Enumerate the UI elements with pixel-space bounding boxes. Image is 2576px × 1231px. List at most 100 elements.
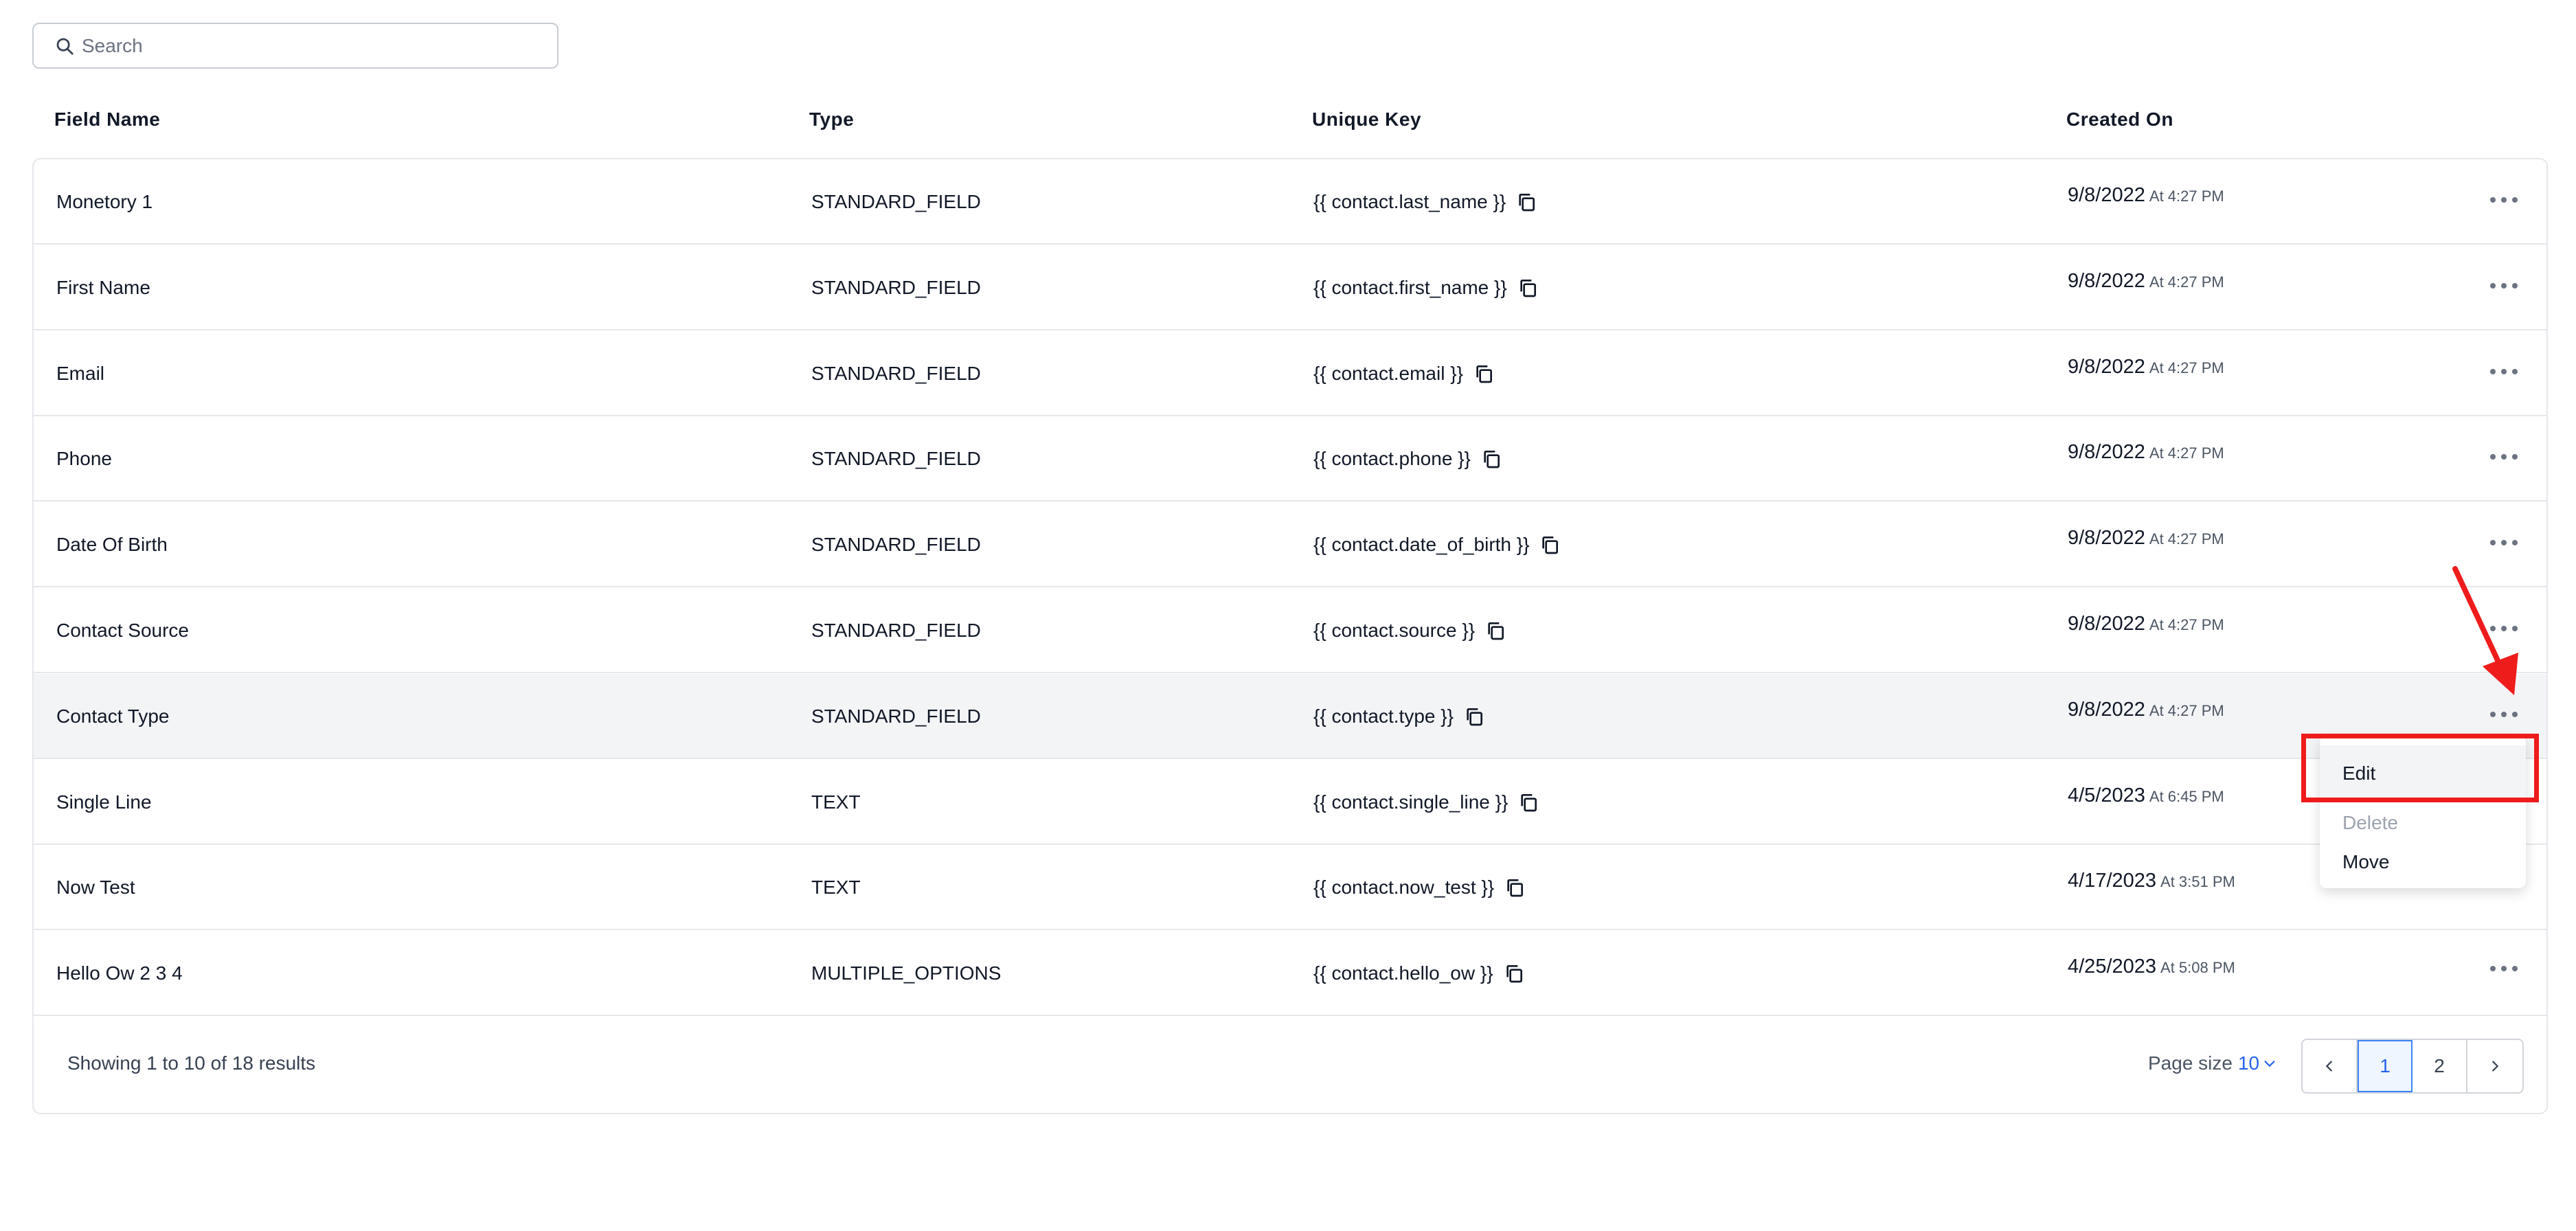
copy-icon[interactable] bbox=[1480, 448, 1502, 470]
created-time: At 4:27 PM bbox=[2149, 701, 2224, 719]
more-actions-button[interactable] bbox=[2489, 275, 2519, 296]
copy-icon[interactable] bbox=[1539, 534, 1561, 556]
unique-key-text: {{ contact.phone }} bbox=[1313, 448, 1471, 470]
results-to: 10 bbox=[183, 1052, 205, 1074]
next-page-button[interactable] bbox=[2467, 1040, 2522, 1092]
table-row[interactable]: Contact Source STANDARD_FIELD {{ contact.s… bbox=[34, 588, 2546, 673]
table-row[interactable]: Phone STANDARD_FIELD {{ contact.phone }} 9/… bbox=[34, 416, 2546, 502]
unique-key: {{ contact.type }} bbox=[1313, 705, 1485, 727]
created-on: 9/8/2022 At 4:27 PM bbox=[2068, 184, 2224, 207]
more-horizontal-icon-dot bbox=[2512, 368, 2518, 374]
results-label: results bbox=[258, 1052, 316, 1074]
more-horizontal-icon-dot bbox=[2512, 711, 2518, 717]
page-1-button[interactable]: 1 bbox=[2358, 1040, 2413, 1092]
more-actions-button[interactable] bbox=[2489, 361, 2519, 382]
created-on: 9/8/2022 At 4:27 PM bbox=[2068, 613, 2224, 635]
unique-key: {{ contact.now_test }} bbox=[1313, 877, 1526, 899]
table-row[interactable]: Monetory 1 STANDARD_FIELD {{ contact.last_… bbox=[34, 159, 2546, 245]
page-size-value-wrap[interactable]: 10 bbox=[2238, 1052, 2277, 1074]
field-type: TEXT bbox=[811, 791, 861, 813]
table-row[interactable]: Single Line TEXT {{ contact.single_line }}… bbox=[34, 760, 2546, 845]
field-type: STANDARD_FIELD bbox=[811, 620, 981, 641]
search-icon bbox=[56, 38, 74, 55]
more-actions-button[interactable] bbox=[2489, 704, 2519, 725]
more-horizontal-icon-dot bbox=[2512, 540, 2518, 546]
chevron-right-icon bbox=[2492, 1061, 2499, 1072]
page-size-selector[interactable]: Page size 10 bbox=[2148, 1052, 2277, 1074]
column-header-field-name: Field Name bbox=[54, 109, 161, 130]
created-date: 9/8/2022 bbox=[2068, 184, 2145, 206]
unique-key-text: {{ contact.type }} bbox=[1313, 705, 1454, 727]
copy-icon[interactable] bbox=[1515, 191, 1537, 213]
chevron-down-icon bbox=[2264, 1061, 2275, 1068]
pagination: 1 2 bbox=[2301, 1039, 2524, 1094]
unique-key-text: {{ contact.first_name }} bbox=[1313, 276, 1507, 298]
field-type: STANDARD_FIELD bbox=[811, 362, 981, 384]
created-on: 9/8/2022 At 4:27 PM bbox=[2068, 441, 2224, 464]
unique-key: {{ contact.hello_ow }} bbox=[1313, 962, 1525, 984]
created-date: 9/8/2022 bbox=[2068, 613, 2145, 635]
table-footer: Showing 1 to 10 of 18 results Page size … bbox=[34, 1017, 2546, 1113]
table-row[interactable]: Date Of Birth STANDARD_FIELD {{ contact.da… bbox=[34, 502, 2546, 588]
more-horizontal-icon-dot bbox=[2501, 454, 2507, 460]
copy-icon[interactable] bbox=[1517, 277, 1539, 299]
field-name: Contact Type bbox=[56, 705, 170, 727]
of-label: of bbox=[210, 1052, 227, 1074]
prev-page-button[interactable] bbox=[2303, 1040, 2358, 1092]
table-row[interactable]: Email STANDARD_FIELD {{ contact.email }} 9/… bbox=[34, 331, 2546, 416]
field-type: TEXT bbox=[811, 877, 861, 899]
more-horizontal-icon-dot bbox=[2512, 197, 2518, 203]
copy-icon[interactable] bbox=[1473, 363, 1495, 385]
unique-key: {{ contact.source }} bbox=[1313, 620, 1506, 642]
table-row[interactable]: First Name STANDARD_FIELD {{ contact.first… bbox=[34, 245, 2546, 330]
unique-key: {{ contact.single_line }} bbox=[1313, 791, 1539, 813]
created-time: At 4:27 PM bbox=[2149, 530, 2224, 548]
table-row[interactable]: Hello Ow 2 3 4 MULTIPLE_OPTIONS {{ contact… bbox=[34, 931, 2546, 1017]
created-on: 9/8/2022 At 4:27 PM bbox=[2068, 699, 2224, 721]
column-header-created-on: Created On bbox=[2066, 109, 2173, 130]
field-name: First Name bbox=[56, 276, 150, 298]
table-row[interactable]: Now Test TEXT {{ contact.now_test }} 4/17/2… bbox=[34, 845, 2546, 931]
more-actions-button[interactable] bbox=[2489, 958, 2519, 979]
more-horizontal-icon-dot bbox=[2490, 368, 2496, 374]
search-input[interactable] bbox=[82, 34, 528, 57]
created-on: 4/17/2023 At 3:51 PM bbox=[2068, 870, 2235, 892]
unique-key-text: {{ contact.single_line }} bbox=[1313, 791, 1509, 813]
copy-icon[interactable] bbox=[1504, 877, 1526, 899]
results-summary: Showing 1 to 10 of 18 results bbox=[67, 1052, 315, 1074]
more-horizontal-icon-dot bbox=[2490, 540, 2496, 546]
more-horizontal-icon-dot bbox=[2512, 282, 2518, 289]
fields-table: Hello Ow 2 3 4 MULTIPLE_OPTIONS {{ contact… bbox=[32, 158, 2548, 1114]
results-total: 18 bbox=[231, 1052, 253, 1074]
created-on: 9/8/2022 At 4:27 PM bbox=[2068, 356, 2224, 379]
copy-icon[interactable] bbox=[1463, 705, 1485, 727]
created-time: At 3:51 PM bbox=[2160, 873, 2235, 891]
page-2-button[interactable]: 2 bbox=[2413, 1040, 2467, 1092]
unique-key: {{ contact.last_name }} bbox=[1313, 191, 1537, 213]
field-name: Date Of Birth bbox=[56, 534, 168, 556]
more-actions-button[interactable] bbox=[2489, 447, 2519, 467]
created-date: 9/8/2022 bbox=[2068, 355, 2145, 378]
created-date: 9/8/2022 bbox=[2068, 527, 2145, 550]
copy-icon[interactable] bbox=[1517, 791, 1539, 813]
edit-highlight-box bbox=[2301, 734, 2539, 802]
field-type: STANDARD_FIELD bbox=[811, 448, 981, 470]
field-type: MULTIPLE_OPTIONS bbox=[811, 962, 1002, 984]
search-field[interactable] bbox=[32, 23, 558, 69]
more-horizontal-icon-dot bbox=[2490, 282, 2496, 289]
more-horizontal-icon-dot bbox=[2512, 454, 2518, 460]
created-date: 9/8/2022 bbox=[2068, 441, 2145, 464]
copy-icon[interactable] bbox=[1503, 962, 1525, 984]
more-actions-button[interactable] bbox=[2489, 190, 2519, 210]
unique-key: {{ contact.first_name }} bbox=[1313, 277, 1539, 299]
unique-key: {{ contact.date_of_birth }} bbox=[1313, 534, 1561, 556]
more-horizontal-icon-dot bbox=[2501, 282, 2507, 289]
copy-icon[interactable] bbox=[1484, 620, 1506, 642]
more-horizontal-icon-dot bbox=[2490, 197, 2496, 203]
more-actions-button[interactable] bbox=[2489, 532, 2519, 553]
to-label: to bbox=[162, 1052, 179, 1074]
menu-item-move[interactable]: Move bbox=[2342, 851, 2389, 873]
created-on: 9/8/2022 At 4:27 PM bbox=[2068, 527, 2224, 550]
table-row[interactable]: Contact Type STANDARD_FIELD {{ contact.typ… bbox=[34, 673, 2546, 759]
column-header-type: Type bbox=[809, 109, 855, 130]
